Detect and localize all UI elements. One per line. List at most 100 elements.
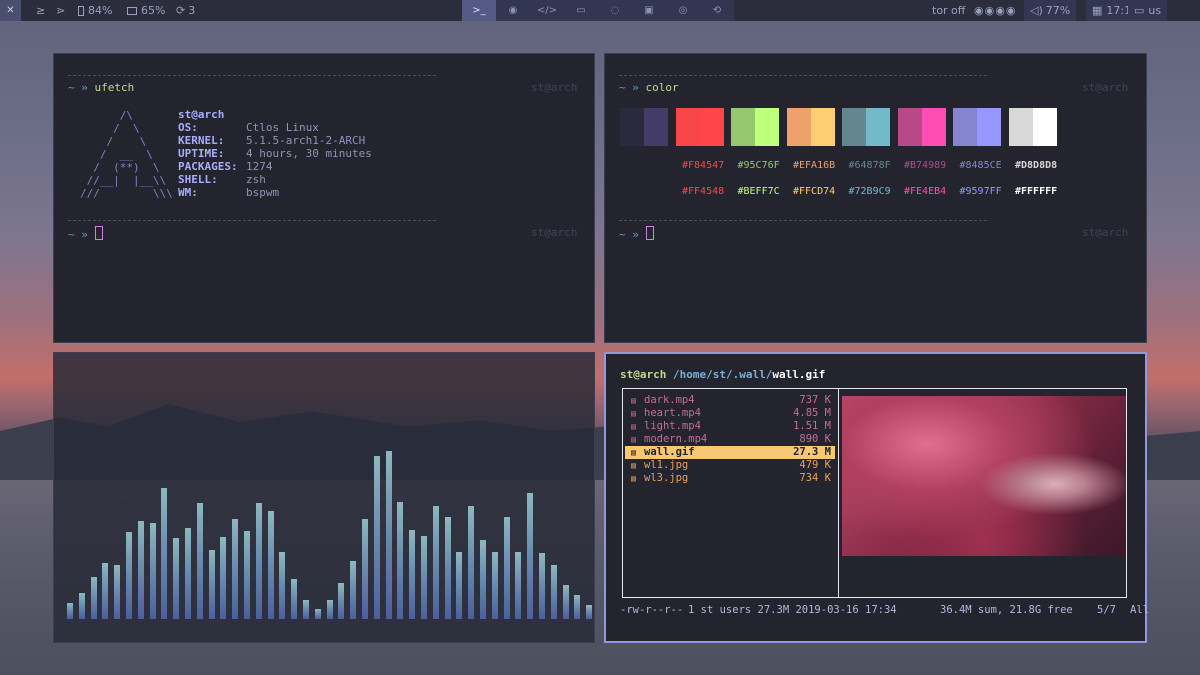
file-size: 890 K — [799, 433, 831, 445]
hex-label: #FE4EB4 — [904, 186, 947, 197]
file-row[interactable]: ▤ heart.mp4 4.85 M — [625, 407, 835, 420]
stop-icon[interactable]: ◉ — [1006, 4, 1017, 17]
video-file-icon: ▤ — [631, 396, 636, 405]
workspace-eye-icon[interactable]: ◎ — [666, 0, 700, 21]
updates-count: 3 — [188, 4, 196, 17]
color-swatch — [977, 108, 1001, 146]
visualizer-bar — [574, 595, 581, 619]
status-summary: 36.4M sum, 21.8G free — [940, 604, 1073, 616]
volume-indicator[interactable]: ◁) 77% — [1024, 0, 1077, 21]
color-swatch — [921, 108, 946, 146]
keyboard-layout[interactable]: ▭ us — [1128, 0, 1168, 21]
visualizer-bar — [267, 511, 274, 619]
separator — [619, 220, 987, 221]
file-size: 737 K — [799, 394, 831, 406]
visualizer-bar — [409, 530, 416, 619]
workspace-steam-icon[interactable]: ⟲ — [700, 0, 734, 21]
visualizer-bar — [161, 488, 168, 619]
file-row[interactable]: ▤ dark.mp4 737 K — [625, 394, 835, 407]
file-name: light.mp4 — [644, 420, 701, 432]
visualizer-bar — [491, 552, 498, 619]
file-size: 734 K — [799, 472, 831, 484]
file-row[interactable]: ▧ wl1.jpg 479 K — [625, 459, 835, 472]
visualizer-bar — [126, 532, 132, 619]
workspace-globe-icon[interactable]: ◉ — [496, 0, 530, 21]
next-icon[interactable]: ◉ — [995, 4, 1006, 17]
pane-divider — [838, 389, 839, 597]
color-swatch — [897, 108, 922, 146]
visualizer-bar — [220, 537, 227, 619]
play-icon[interactable]: ◉ — [985, 4, 996, 17]
calendar-icon: ▦ — [1092, 4, 1103, 17]
color-swatch — [810, 108, 835, 146]
file-row[interactable]: ▤ light.mp4 1.51 M — [625, 420, 835, 433]
visualizer-bar — [550, 565, 557, 619]
file-manager-panes: ▤ dark.mp4 737 K ▤ heart.mp4 4.85 M ▤ light.mp4… — [622, 388, 1127, 598]
host-label: st@arch — [1082, 226, 1129, 239]
host-label: st@arch — [531, 81, 578, 94]
info-key-wm: WM: — [178, 186, 198, 199]
info-value-os: Ctlos Linux — [246, 121, 319, 134]
info-value-packages: 1274 — [246, 160, 273, 173]
prev-icon[interactable]: ◉ — [974, 4, 985, 17]
info-key-shell: SHELL: — [178, 173, 218, 186]
file-manager-window[interactable]: st@arch /home/st/.wall/wall.gif ▤ dark.mp… — [604, 352, 1149, 643]
hex-label: #9597FF — [959, 186, 1002, 197]
hex-label: #F84547 — [682, 160, 725, 171]
visualizer-bar — [515, 552, 522, 619]
image-file-icon: ▧ — [631, 461, 636, 470]
hex-label: #FF4548 — [682, 186, 725, 197]
media-controls[interactable]: ◉◉◉◉ — [974, 0, 1016, 21]
terminal-window-ufetch[interactable]: ~ » ufetch st@arch /\ / \ / \ / __ \ / (… — [53, 53, 595, 343]
status-scroll: All — [1130, 604, 1149, 616]
tor-status[interactable]: tor off — [932, 0, 965, 21]
color-swatch — [620, 108, 644, 146]
battery-indicator: 84% — [78, 0, 112, 21]
battery-percent: 84% — [88, 4, 113, 17]
info-value-uptime: 4 hours, 30 minutes — [246, 147, 372, 160]
color-swatch — [731, 108, 755, 146]
visualizer-bar — [90, 577, 97, 619]
menu-button[interactable]: ✕ — [0, 0, 21, 21]
audio-visualizer-window[interactable] — [53, 352, 595, 643]
volume-icon: ◁) — [1030, 4, 1043, 17]
visualizer-bar — [586, 605, 593, 619]
image-file-icon: ▧ — [631, 474, 636, 483]
file-size: 479 K — [799, 459, 831, 471]
file-row[interactable]: ▧ wl3.jpg 734 K — [625, 472, 835, 485]
workspace-code-icon[interactable]: </> — [530, 0, 564, 21]
keyboard-icon: ▭ — [1134, 4, 1145, 17]
workspace-folder-icon[interactable]: ▭ — [564, 0, 598, 21]
user-host: st@arch — [178, 108, 225, 121]
file-row[interactable]: ▤ modern.mp4 890 K — [625, 433, 835, 446]
terminal-window-color[interactable]: ~ » color st@arch #F84547 #95C76F #EFA16B #… — [604, 53, 1147, 343]
color-swatch — [699, 108, 724, 146]
visualizer-bar — [303, 600, 309, 619]
visualizer-bar — [350, 561, 357, 619]
file-name: heart.mp4 — [644, 407, 701, 419]
workspace-terminal-icon[interactable]: >_ — [462, 0, 496, 21]
visualizer-bar — [185, 528, 191, 619]
color-swatch — [842, 108, 866, 146]
visualizer-bar — [503, 517, 510, 619]
visualizer-bar — [421, 536, 427, 619]
hex-label: #D8D8D8 — [1015, 160, 1058, 171]
info-key-kernel: KERNEL: — [178, 134, 225, 147]
updates-indicator[interactable]: ⟳ 3 — [176, 0, 195, 21]
color-swatch — [644, 108, 668, 146]
visualizer-bar — [314, 609, 321, 619]
workspace-chat-icon[interactable]: ◌ — [598, 0, 632, 21]
visualizer-bar — [279, 552, 286, 619]
workspace-media-icon[interactable]: ▣ — [632, 0, 666, 21]
file-row[interactable]: ▧ wall.gif 27.3 M — [625, 446, 835, 459]
hex-label: #EFA16B — [793, 160, 836, 171]
prompt-line: ~ » — [619, 226, 654, 241]
visualizer-bar — [539, 553, 545, 619]
file-name: wl3.jpg — [644, 472, 689, 484]
visualizer-bar — [196, 503, 203, 619]
prompt-line: ~ » ufetch — [68, 81, 134, 94]
status-perms: -rw-r--r-- — [620, 604, 684, 616]
host-label: st@arch — [531, 226, 578, 239]
visualizer-bar — [468, 506, 475, 619]
prompt-symbol: ~ » — [619, 228, 639, 241]
